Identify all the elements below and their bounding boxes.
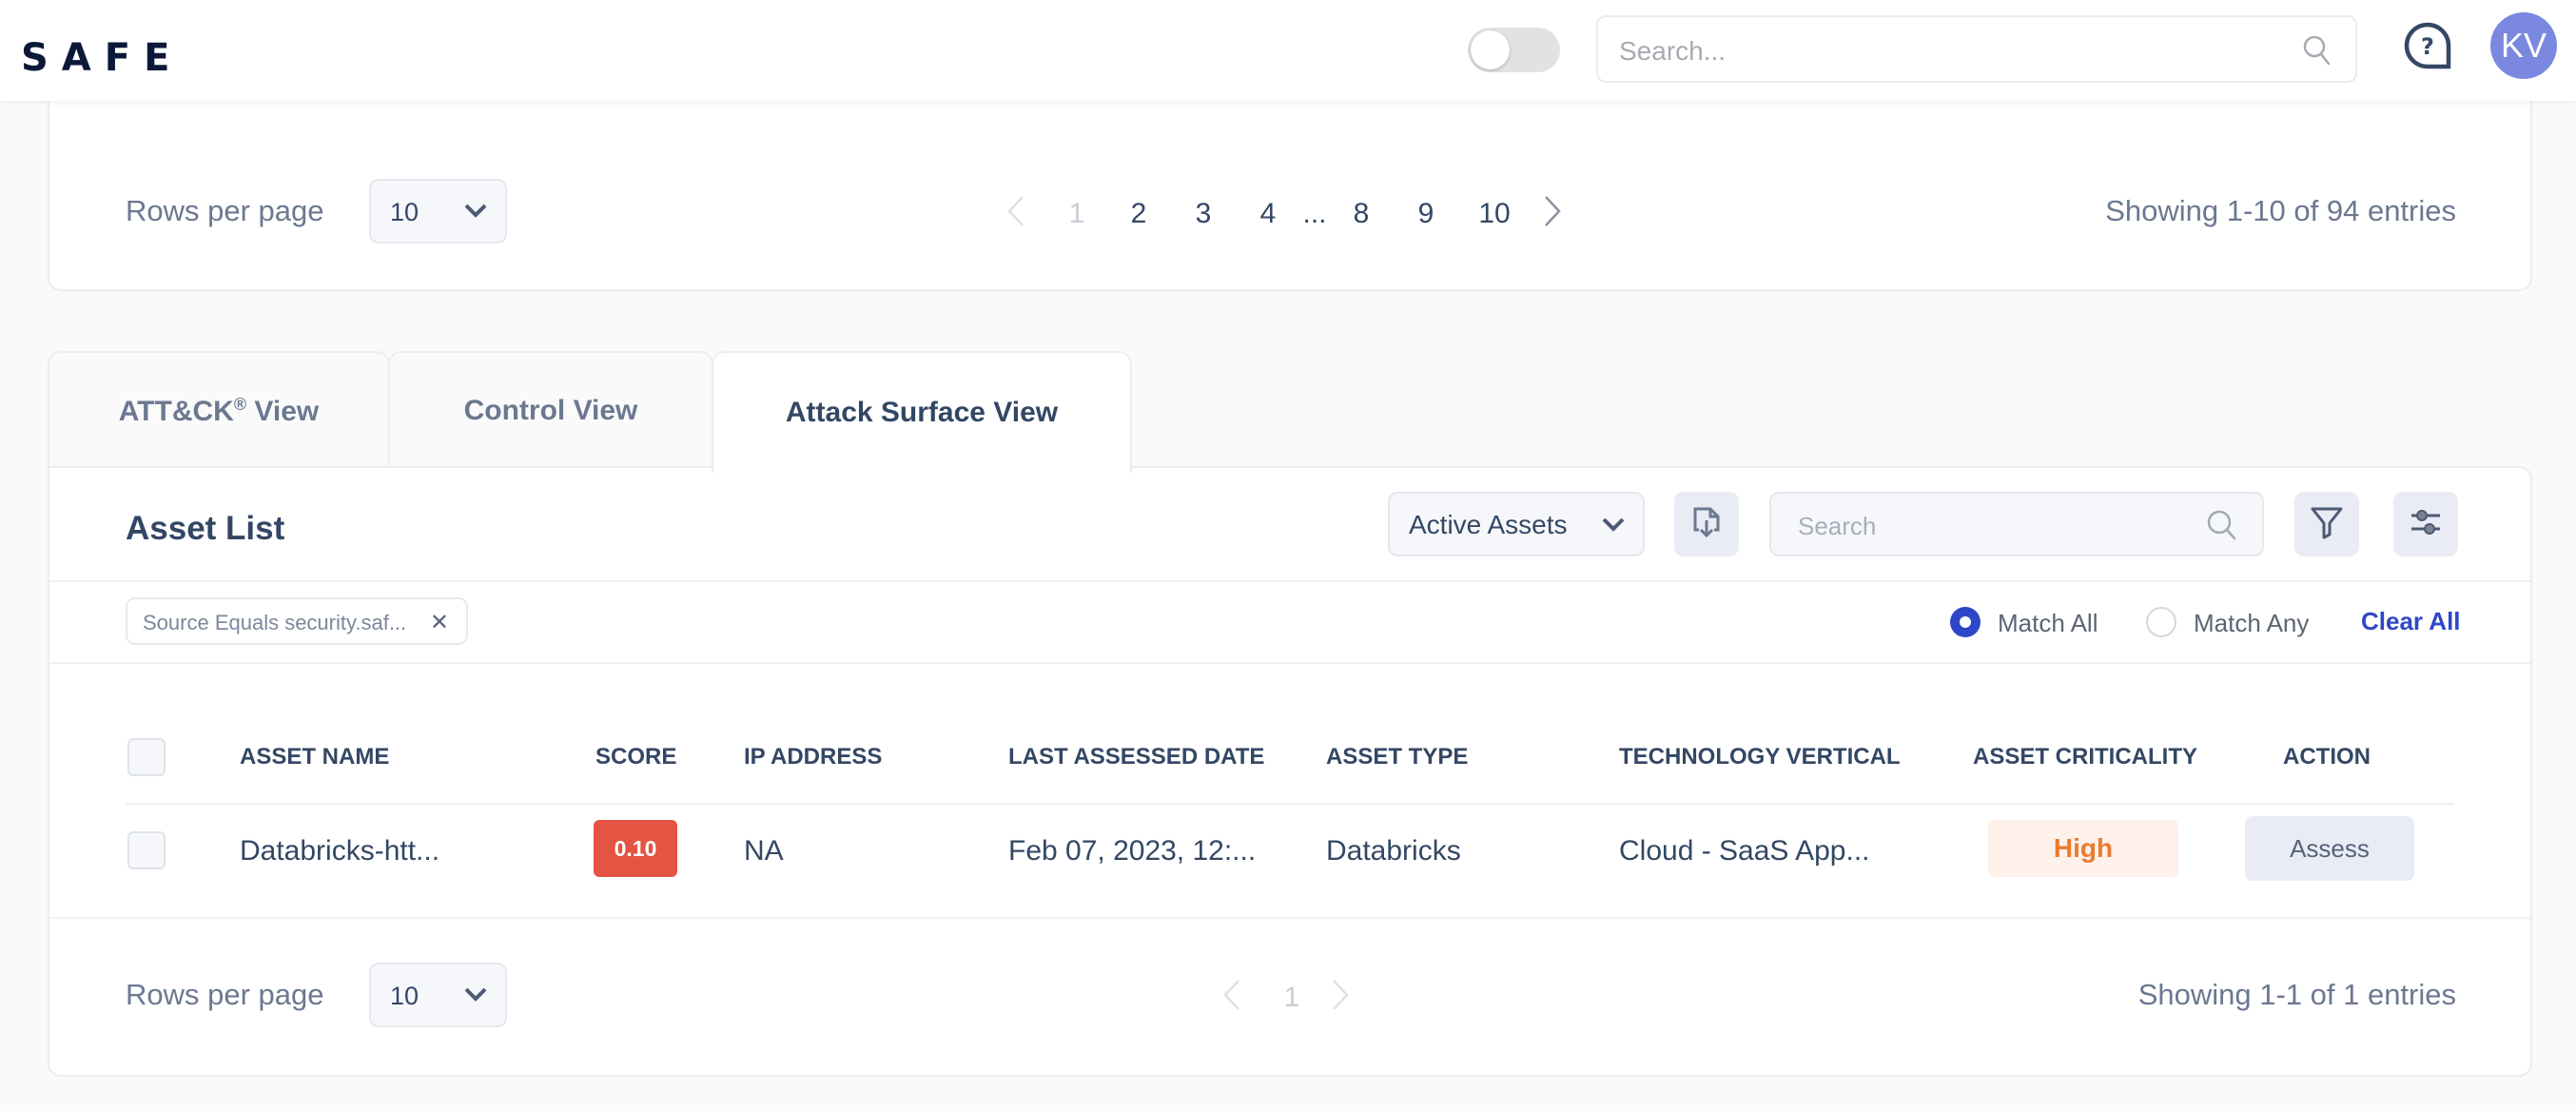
- asset-status-value: Active Assets: [1409, 510, 1568, 539]
- row-checkbox[interactable]: [127, 831, 166, 869]
- svg-text:?: ?: [2421, 33, 2434, 60]
- toggle-knob: [1471, 30, 1510, 69]
- filter-button[interactable]: [2294, 492, 2359, 556]
- table-header-divider: [126, 803, 2454, 805]
- entries-count: Showing 1-1 of 1 entries: [2137, 978, 2456, 1011]
- asset-list-card: Asset List Active Assets Search Source E…: [48, 466, 2532, 1077]
- match-all-radio[interactable]: [1950, 607, 1981, 637]
- page-2[interactable]: 2: [1106, 198, 1171, 230]
- tab-label: Attack Surface View: [785, 397, 1059, 428]
- col-ip-address[interactable]: IP ADDRESS: [744, 744, 882, 770]
- asset-name-cell[interactable]: Databricks-htt...: [240, 835, 439, 867]
- clear-all-link[interactable]: Clear All: [2361, 607, 2461, 636]
- rows-per-page-label: Rows per page: [126, 978, 324, 1011]
- asset-status-select[interactable]: Active Assets: [1388, 492, 1645, 556]
- chevron-down-icon: [463, 985, 488, 1007]
- rows-per-page-label: Rows per page: [126, 194, 324, 227]
- rows-per-page-select[interactable]: 10: [369, 963, 507, 1027]
- match-any-label[interactable]: Match Any: [2194, 609, 2309, 638]
- page-ellipsis: ...: [1302, 197, 1327, 229]
- global-search-input[interactable]: Search...: [1596, 15, 2357, 83]
- col-action: ACTION: [2283, 744, 2371, 770]
- ip-address-cell: NA: [744, 835, 784, 867]
- col-score[interactable]: SCORE: [595, 744, 676, 770]
- match-all-label[interactable]: Match All: [1998, 609, 2098, 638]
- page-8[interactable]: 8: [1329, 198, 1394, 230]
- asset-type-cell: Databricks: [1326, 835, 1461, 867]
- next-page-icon[interactable]: [1531, 194, 1572, 233]
- previous-table-pagination-card: Rows per page 10 1 2 3 4 ... 8 9 10 Show…: [48, 95, 2532, 291]
- rows-per-page-value: 10: [390, 198, 420, 226]
- col-asset-name[interactable]: ASSET NAME: [240, 744, 389, 770]
- tab-label: ATT&CK® View: [118, 394, 320, 427]
- header-divider: [49, 580, 2530, 582]
- safe-logo[interactable]: SAFE: [21, 36, 183, 80]
- chevron-down-icon: [463, 202, 488, 224]
- search-placeholder: Search: [1798, 512, 1877, 540]
- user-avatar[interactable]: KV: [2490, 12, 2557, 79]
- page-10[interactable]: 10: [1458, 198, 1531, 230]
- tab-attack-view[interactable]: ATT&CK® View: [48, 351, 390, 469]
- select-all-checkbox[interactable]: [127, 738, 166, 776]
- filter-funnel-icon: [2310, 504, 2344, 545]
- chevron-down-icon: [1601, 516, 1626, 537]
- tab-attack-surface-view[interactable]: Attack Surface View: [712, 351, 1132, 473]
- filter-divider: [49, 662, 2530, 664]
- bottom-pager: 1: [1221, 978, 1362, 1017]
- prev-page-icon[interactable]: [1221, 978, 1269, 1017]
- page-1[interactable]: 1: [1047, 198, 1106, 230]
- page-3[interactable]: 3: [1171, 198, 1236, 230]
- close-icon[interactable]: ✕: [430, 609, 449, 636]
- file-download-icon: [1690, 505, 1723, 544]
- prev-page-icon[interactable]: [1005, 194, 1047, 233]
- asset-list-title: Asset List: [126, 510, 285, 547]
- score-badge: 0.10: [594, 820, 677, 877]
- page-4[interactable]: 4: [1236, 198, 1300, 230]
- entries-count: Showing 1-10 of 94 entries: [2105, 194, 2456, 227]
- filter-chip[interactable]: Source Equals security.saf... ✕: [126, 597, 468, 645]
- match-any-radio[interactable]: [2146, 607, 2176, 637]
- last-assessed-cell: Feb 07, 2023, 12:...: [1008, 835, 1257, 867]
- top-pager: 1 2 3 4 ... 8 9 10: [1005, 194, 1572, 233]
- criticality-badge: High: [1988, 820, 2178, 877]
- page-1[interactable]: 1: [1269, 982, 1315, 1014]
- tab-control-view[interactable]: Control View: [388, 351, 713, 469]
- top-navbar: SAFE Search... ? KV: [0, 0, 2576, 101]
- col-asset-type[interactable]: ASSET TYPE: [1326, 744, 1468, 770]
- col-technology-vertical[interactable]: TECHNOLOGY VERTICAL: [1619, 744, 1901, 770]
- page-9[interactable]: 9: [1394, 198, 1458, 230]
- column-settings-button[interactable]: [2393, 492, 2458, 556]
- tab-label: Control View: [463, 395, 638, 426]
- theme-toggle[interactable]: [1468, 28, 1560, 72]
- table-footer-divider: [49, 917, 2530, 919]
- filter-chip-label: Source Equals security.saf...: [143, 611, 407, 634]
- rows-per-page-select[interactable]: 10: [369, 179, 507, 244]
- search-icon[interactable]: [2205, 508, 2237, 547]
- search-placeholder: Search...: [1619, 36, 1727, 66]
- technology-vertical-cell: Cloud - SaaS App...: [1619, 835, 1870, 867]
- col-asset-criticality[interactable]: ASSET CRITICALITY: [1973, 744, 2197, 770]
- search-icon[interactable]: [2302, 34, 2332, 71]
- col-last-assessed-date[interactable]: LAST ASSESSED DATE: [1008, 744, 1264, 770]
- export-button[interactable]: [1674, 492, 1739, 556]
- sliders-icon: [2409, 505, 2443, 544]
- assess-button[interactable]: Assess: [2245, 816, 2414, 881]
- rows-per-page-value: 10: [390, 982, 420, 1010]
- help-bubble-icon[interactable]: ?: [2403, 21, 2452, 75]
- next-page-icon[interactable]: [1315, 978, 1362, 1017]
- asset-search-input[interactable]: Search: [1769, 492, 2264, 556]
